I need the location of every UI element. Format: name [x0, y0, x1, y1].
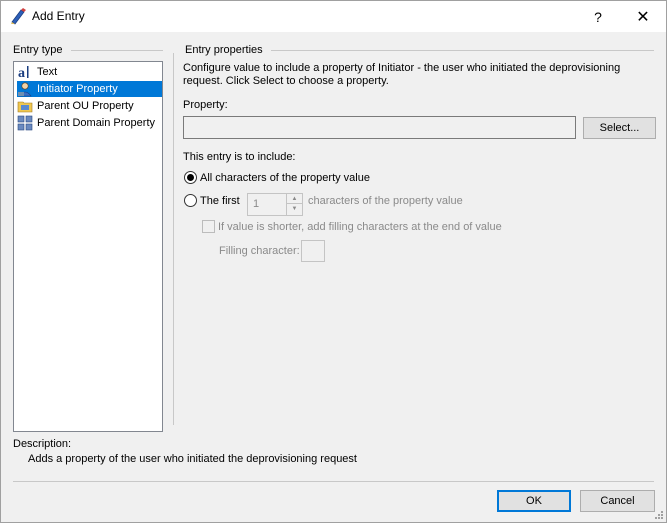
first-characters-label[interactable]: The first: [200, 195, 240, 208]
ou-icon: [17, 101, 33, 113]
cancel-button[interactable]: Cancel: [580, 490, 655, 512]
pen-tool-icon: [11, 8, 26, 25]
entry-properties-group-line: [271, 50, 654, 51]
first-count-value: 1: [253, 198, 260, 210]
list-item-label: Initiator Property: [37, 83, 118, 95]
shorter-checkbox-label[interactable]: If value is shorter, add filling charact…: [218, 221, 502, 234]
list-item-label: Parent OU Property: [37, 100, 134, 112]
list-item-label: Text: [37, 66, 58, 78]
entry-type-label: Entry type: [13, 44, 67, 56]
first-characters-radio[interactable]: [184, 194, 197, 207]
filling-character-label: Filling character:: [219, 245, 300, 257]
title-bar: Add Entry ? ✕: [1, 1, 666, 32]
vertical-separator: [173, 53, 174, 425]
stepper-buttons: ▲ ▼: [286, 194, 302, 215]
intro-text-line2: request. Click Select to choose a proper…: [183, 75, 389, 87]
all-characters-label[interactable]: All characters of the property value: [200, 172, 370, 185]
include-label: This entry is to include:: [183, 151, 296, 163]
resize-grip-icon[interactable]: [654, 510, 664, 520]
entry-properties-label: Entry properties: [185, 44, 267, 56]
window-title: Add Entry: [32, 9, 85, 23]
chevron-up-icon[interactable]: ▲: [287, 194, 302, 204]
list-item-text[interactable]: a Text: [17, 64, 162, 80]
entry-type-list[interactable]: a Text Initiator Property Parent OU Prop…: [13, 61, 163, 432]
chevron-down-icon[interactable]: ▼: [287, 204, 302, 214]
help-button[interactable]: ?: [575, 1, 621, 32]
svg-text:a: a: [18, 66, 25, 80]
description-text: Adds a property of the user who initiate…: [28, 453, 357, 465]
user-icon: [18, 82, 32, 97]
close-button[interactable]: ✕: [620, 1, 666, 32]
entry-type-group-line: [71, 50, 163, 51]
domain-icon: [17, 115, 33, 131]
first-characters-suffix: characters of the property value: [308, 195, 463, 207]
list-item-label: Parent Domain Property: [37, 117, 155, 129]
text-icon: a: [18, 66, 29, 80]
list-item-parent-ou-property[interactable]: Parent OU Property: [17, 98, 162, 114]
filling-character-input[interactable]: [301, 240, 325, 262]
list-item-initiator-property[interactable]: Initiator Property: [17, 81, 162, 97]
close-icon: ✕: [636, 8, 650, 26]
ok-button[interactable]: OK: [497, 490, 571, 512]
all-characters-radio[interactable]: [184, 171, 197, 184]
select-button[interactable]: Select...: [583, 117, 656, 139]
property-field[interactable]: [183, 116, 576, 139]
property-label: Property:: [183, 99, 228, 111]
footer-separator: [13, 481, 654, 482]
list-item-parent-domain-property[interactable]: Parent Domain Property: [17, 115, 162, 131]
help-icon: ?: [594, 8, 602, 25]
description-label: Description:: [13, 438, 72, 450]
intro-text: Configure value to include a property of…: [183, 62, 621, 74]
shorter-checkbox[interactable]: [202, 220, 215, 233]
first-count-stepper[interactable]: 1 ▲ ▼: [247, 193, 303, 216]
add-entry-dialog: Add Entry ? ✕ Entry type a Text Initiato…: [0, 0, 667, 523]
